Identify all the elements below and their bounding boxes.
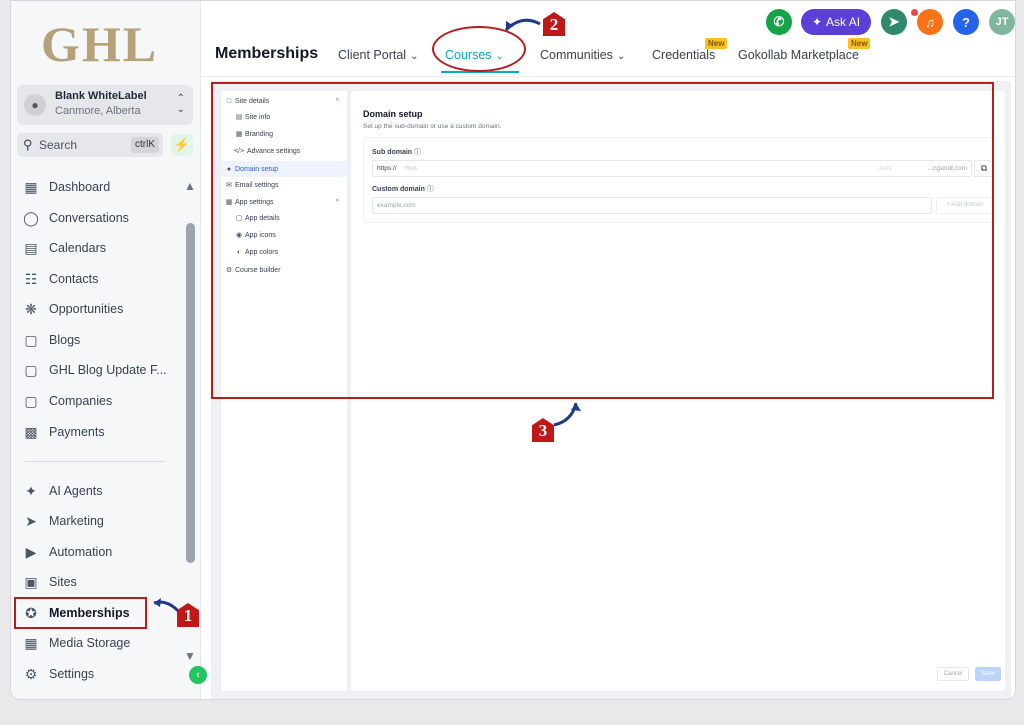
sidebar-item-label: Opportunities xyxy=(49,302,124,316)
ask-ai-button[interactable]: ✦ Ask AI xyxy=(801,9,871,35)
tab-label: Client Portal xyxy=(338,48,407,62)
cancel-button[interactable]: Cancel xyxy=(937,667,969,681)
search-shortcut: ctrlK xyxy=(131,137,159,153)
sidebar-item-dashboard[interactable]: ▦ Dashboard xyxy=(19,173,187,201)
send-icon: ➤ xyxy=(25,512,37,529)
quick-action-bolt-icon[interactable]: ⚡ xyxy=(171,134,193,156)
bell-icon[interactable]: ♫ xyxy=(917,9,943,35)
search-icon: ⚲ xyxy=(23,137,33,152)
notification-dot xyxy=(911,9,918,16)
sidebar-item-label: Media Storage xyxy=(49,636,131,650)
automation-icon: ▶ xyxy=(25,543,37,560)
tab-gokollab-marketplace[interactable]: Gokollab Marketplace xyxy=(738,48,859,62)
account-avatar-icon: ● xyxy=(24,94,46,116)
search-input[interactable]: ⚲ Search ctrlK xyxy=(17,133,163,157)
sidebar-item-label: Contacts xyxy=(49,272,99,286)
tab-client-portal[interactable]: Client Portal ⌄ xyxy=(338,48,418,62)
help-icon[interactable]: ? xyxy=(953,9,979,35)
sidebar-scrollbar[interactable] xyxy=(186,223,195,563)
sparkle-icon: ✦ xyxy=(811,15,823,29)
contacts-icon: ☷ xyxy=(24,270,38,287)
sidebar-item-contacts[interactable]: ☷ Contacts xyxy=(19,265,187,293)
ask-ai-label: Ask AI xyxy=(826,15,861,29)
phone-icon[interactable]: ✆ xyxy=(766,9,792,35)
sidebar-item-calendars[interactable]: ▤ Calendars xyxy=(19,234,187,262)
logo: GHL xyxy=(41,16,159,72)
sidebar-item-label: AI Agents xyxy=(49,484,103,498)
tab-label: Credentials xyxy=(652,48,716,62)
opportunities-icon: ❋ xyxy=(25,300,37,317)
new-badge: New xyxy=(848,38,871,49)
companies-icon: ▢ xyxy=(24,392,38,409)
highlight-memberships xyxy=(14,597,147,629)
sidebar-item-marketing[interactable]: ➤ Marketing xyxy=(19,507,187,535)
tab-label: Gokollab Marketplace xyxy=(738,48,859,62)
chevron-down-icon: ⌄ xyxy=(410,51,419,62)
save-button[interactable]: Save xyxy=(975,667,1001,681)
account-switcher[interactable]: ● Blank WhiteLabel Canmore, Alberta ⌃ ⌄ xyxy=(17,85,193,125)
page-title: Memberships xyxy=(215,45,319,62)
sidebar-item-media-storage[interactable]: ▦ Media Storage xyxy=(19,629,187,657)
chat-icon: ◯ xyxy=(23,209,39,226)
sidebar-item-label: Settings xyxy=(49,667,95,681)
sidebar-item-ghl-blog[interactable]: ▢ GHL Blog Update F... xyxy=(19,356,187,384)
sidebar-item-payments[interactable]: ▩ Payments xyxy=(19,418,187,446)
blog-icon: ▢ xyxy=(24,361,38,378)
calendar-icon: ▤ xyxy=(24,239,38,256)
sidebar-item-label: Conversations xyxy=(49,211,129,225)
sidebar-item-sites[interactable]: ▣ Sites xyxy=(19,568,187,596)
sidebar-divider xyxy=(25,461,165,462)
sidebar-item-conversations[interactable]: ◯ Conversations xyxy=(19,204,187,232)
sidebar-item-settings[interactable]: ⚙ Settings xyxy=(19,660,187,688)
account-name: Blank WhiteLabel xyxy=(55,90,147,102)
collapse-sidebar-icon[interactable]: ‹ xyxy=(189,666,207,684)
new-badge: New xyxy=(705,38,728,49)
gear-icon: ⚙ xyxy=(24,665,38,682)
sidebar-item-blogs[interactable]: ▢ Blogs xyxy=(19,326,187,354)
top-header: Memberships Client Portal ⌄ Courses ⌄ Comm… xyxy=(201,1,1015,77)
sidebar-item-label: Payments xyxy=(49,425,105,439)
chevron-down-icon: ⌄ xyxy=(616,51,626,62)
sites-icon: ▣ xyxy=(24,573,38,590)
tab-communities[interactable]: Communities ⌄ xyxy=(540,48,625,62)
sidebar-item-label: Sites xyxy=(49,575,77,589)
sidebar-item-label: Companies xyxy=(49,394,113,408)
sidebar-item-automation[interactable]: ▶ Automation xyxy=(19,538,187,566)
payments-icon: ▩ xyxy=(24,423,38,440)
sidebar-item-label: Automation xyxy=(49,545,113,559)
highlight-domain-setup xyxy=(211,82,994,399)
arrow-2 xyxy=(504,18,541,32)
sidebar-item-label: Blogs xyxy=(49,333,81,347)
dashboard-icon: ▦ xyxy=(24,178,38,195)
arrow-3 xyxy=(553,402,581,427)
image-icon: ▦ xyxy=(24,634,38,651)
tab-label: Communities xyxy=(540,48,613,62)
user-avatar[interactable]: JT xyxy=(989,9,1015,35)
sidebar-item-ai-agents[interactable]: ✦ AI Agents xyxy=(19,477,187,505)
sparkle-icon: ✦ xyxy=(25,482,37,499)
chevron-updown-icon: ⌃ ⌄ xyxy=(176,93,185,115)
sidebar-item-label: Dashboard xyxy=(49,180,111,194)
search-label: Search xyxy=(39,138,78,152)
sidebar-item-label: GHL Blog Update F... xyxy=(49,363,167,377)
sidebar-item-label: Calendars xyxy=(49,241,106,255)
tab-credentials[interactable]: Credentials xyxy=(652,48,715,62)
megaphone-icon[interactable]: ➤ xyxy=(881,9,907,35)
account-location: Canmore, Alberta xyxy=(55,105,141,117)
sidebar-item-opportunities[interactable]: ❋ Opportunities xyxy=(19,295,187,323)
blog-icon: ▢ xyxy=(24,331,38,348)
sidebar-item-label: Marketing xyxy=(49,514,104,528)
sidebar-item-companies[interactable]: ▢ Companies xyxy=(19,387,187,415)
